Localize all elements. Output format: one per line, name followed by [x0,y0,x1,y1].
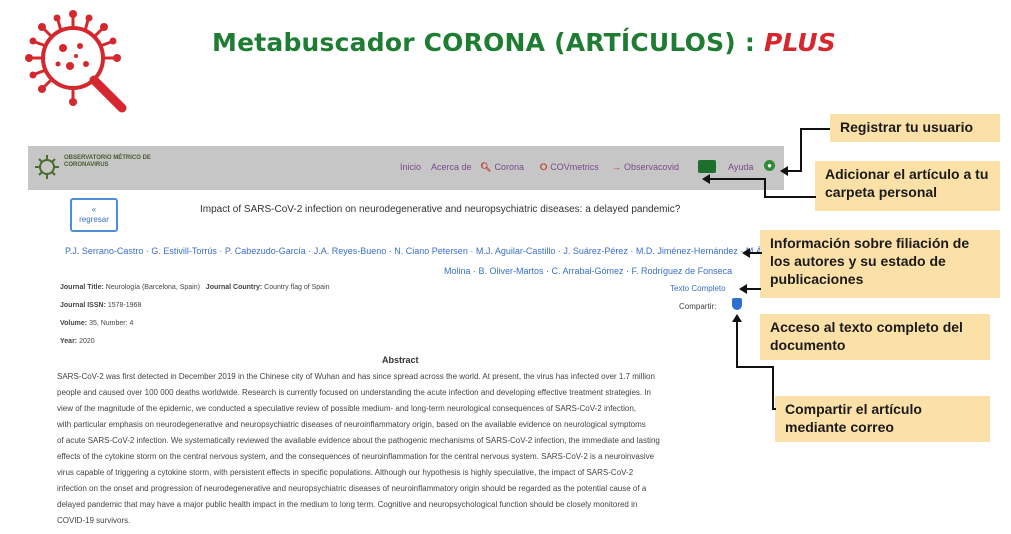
observatory-name: OBSERVATORIO MÉTRICO DE CORONAVIRUS [64,155,151,168]
connector-line [764,196,816,198]
arrowhead [742,248,750,258]
nav-ayuda[interactable]: Ayuda [728,162,753,172]
callout-author-affiliation: Información sobre filiación de los autor… [760,230,1000,298]
year-row: Year: 2020 [60,338,95,345]
issn-row: Journal ISSN: 1578-1968 [60,302,141,309]
authors-line-2[interactable]: Molina · B. Oliver-Martos · C. Arrabal-G… [444,266,732,276]
journal-country-value: Country flag of Spain [264,284,330,291]
nav-covmetrics-label: COVmetrics [550,162,599,172]
connector-line [772,366,774,410]
abstract-line: people and caused over 100 000 deaths wo… [57,388,652,397]
abstract-line: delayed pandemic that may have a major p… [57,500,638,509]
volume-row: Volume: 35, Number: 4 [60,320,133,327]
back-button[interactable]: « regresar [70,198,118,232]
journal-country-label: Journal Country: [205,284,263,291]
share-label: Compartir: [679,302,717,311]
nav-acerca-de[interactable]: Acerca de [431,162,472,172]
nav-corona-label: Corona [494,162,524,172]
abstract-line: SARS-CoV-2 was first detected in Decembe… [57,372,655,381]
observatory-logo-icon [35,155,59,179]
page-title: Metabuscador CORONA (ARTÍCULOS) : PLUS [212,28,836,57]
connector-line [708,178,766,180]
journal-title-label: Journal Title: [60,284,104,291]
abstract-line: COVID-19 survivors. [57,516,131,525]
journal-title-row: Journal Title: Neurología (Barcelona, Sp… [60,284,330,291]
article-title: Impact of SARS-CoV-2 infection on neurod… [200,204,681,215]
coronavirus-magnifier-logo [25,10,127,113]
arrowhead [780,166,788,176]
nav-inicio[interactable]: Inicio [400,162,421,172]
volume-value: 35, Number: 4 [89,320,134,327]
connector-line [745,288,761,290]
authors-line-1[interactable]: P.J. Serrano-Castro · G. Estivill-Torrús… [65,246,789,256]
volume-label: Volume: [60,320,88,327]
covmetrics-icon: ⭘ [540,162,548,172]
nav-corona[interactable]: 🔍︎ Corona [480,162,524,173]
abstract-line: virus capable of triggering a cytokine s… [57,468,634,477]
journal-title-value: Neurología (Barcelona, Spain) [105,284,200,291]
abstract-line: with particular emphasis on neurodegener… [57,420,646,429]
observacovid-icon: → [612,162,621,172]
abstract-line: infection on the onset and progression o… [57,484,647,493]
connector-line [800,128,830,130]
connector-line [800,128,802,172]
app-navbar: OBSERVATORIO MÉTRICO DE CORONAVIRUS Inic… [28,146,784,190]
callout-share-email: Compartir el artículo mediante correo [775,396,990,442]
issn-value: 1578-1968 [107,302,142,309]
callout-full-text-access: Acceso al texto completo del documento [760,314,990,360]
year-value: 2020 [79,338,95,345]
abstract-line: view of the magnitude of the epidemic, w… [57,404,636,413]
connector-line [736,366,774,368]
connector-line [736,322,738,368]
callout-add-to-folder: Adicionar el artículo a tu carpeta perso… [815,161,1000,211]
nav-observacovid[interactable]: → Observacovid [612,162,679,172]
year-label: Year: [60,338,78,345]
virus-search-icon: 🔍︎ [480,162,492,172]
back-label: regresar [79,215,109,224]
back-arrow-icon: « [91,205,97,214]
abstract-line: effects of the cytokine storm on the cen… [57,452,655,461]
arrowhead [739,284,747,294]
connector-line [772,408,776,410]
user-icon[interactable]: ● [764,160,775,171]
connector-line [786,170,802,172]
abstract-line: of acute SARS-CoV-2 infection. We system… [57,436,660,445]
arrowhead [702,174,710,184]
issn-label: Journal ISSN: [60,302,106,309]
connector-line [748,252,762,254]
title-plus: PLUS [763,28,836,57]
connector-line [764,178,766,198]
arrowhead [732,314,742,322]
nav-covmetrics[interactable]: ⭘ COVmetrics [540,162,599,173]
share-email-icon[interactable] [732,298,742,310]
full-text-link[interactable]: Texto Completo [670,284,726,293]
callout-register-user: Registrar tu usuario [830,114,1000,142]
abstract-heading: Abstract [382,355,419,365]
nav-observacovid-label: Observacovid [624,162,680,172]
folder-icon[interactable] [698,160,716,173]
